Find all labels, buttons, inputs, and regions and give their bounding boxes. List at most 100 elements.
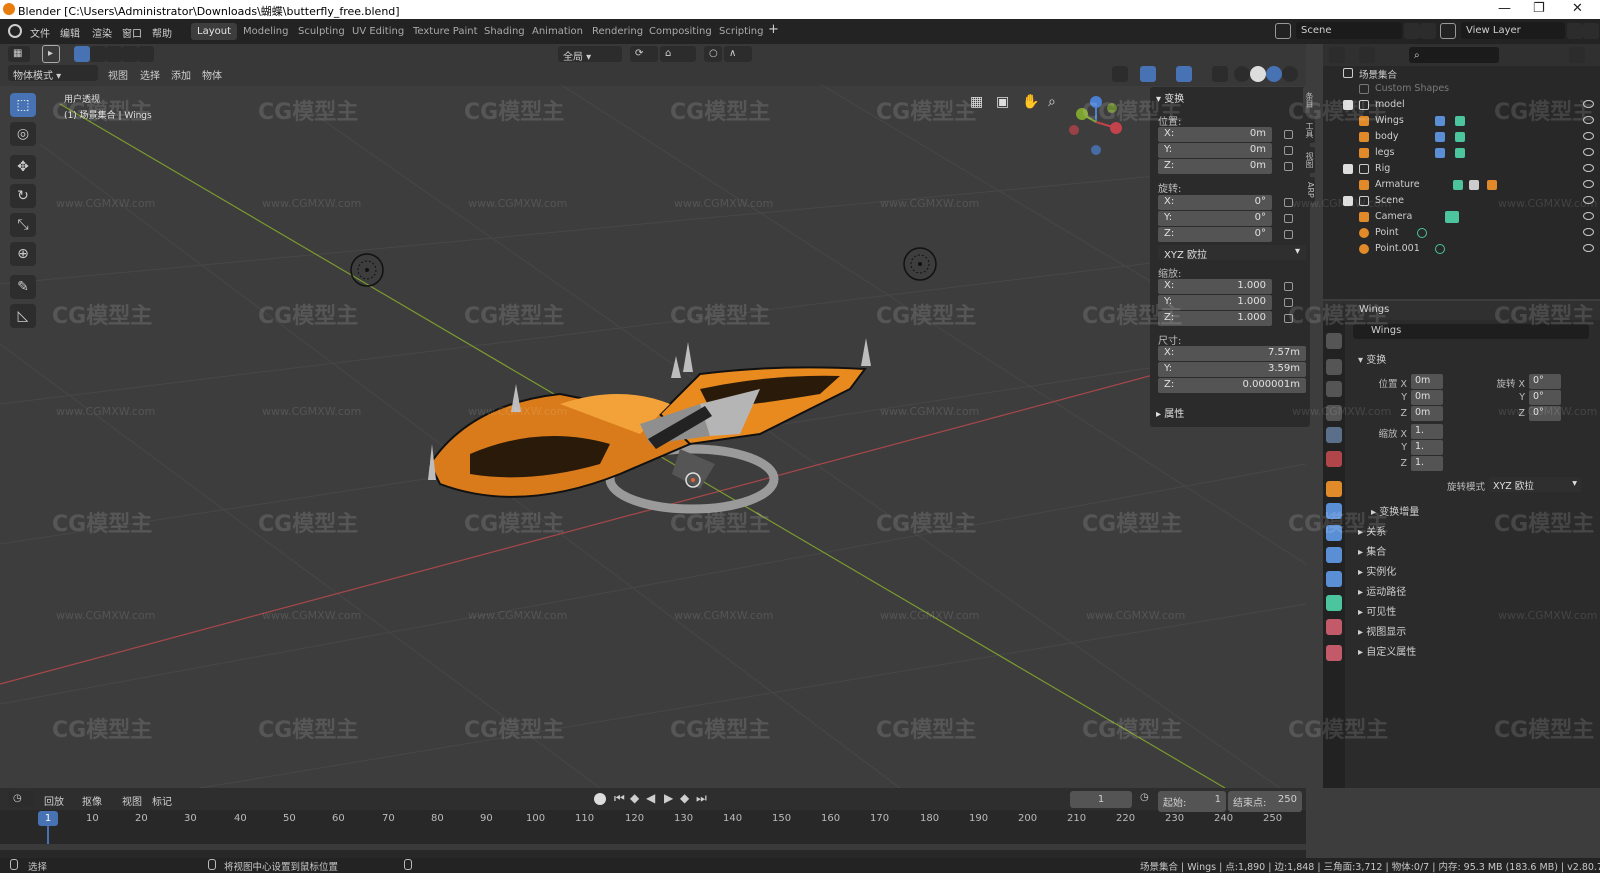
playhead-line[interactable]: [47, 826, 49, 846]
menu-file[interactable]: 文件: [30, 25, 50, 40]
location-z-input[interactable]: 0m: [1411, 406, 1443, 421]
jump-end-icon[interactable]: ⏭: [696, 791, 707, 806]
tab-texture-paint[interactable]: Texture Paint: [407, 23, 484, 40]
tab-shading[interactable]: Shading: [478, 23, 531, 40]
editor-type-icon[interactable]: ▦: [8, 46, 30, 62]
dimensions-y-field[interactable]: Y: 3.59m: [1158, 362, 1306, 377]
pivot-icon[interactable]: ⟳: [630, 46, 658, 62]
outliner-row-point-001[interactable]: Point.001: [1323, 241, 1600, 257]
light-left[interactable]: [350, 253, 384, 287]
delete-scene-icon[interactable]: [1420, 23, 1436, 39]
lock-icon[interactable]: [1284, 214, 1293, 223]
eye-icon[interactable]: [1583, 228, 1594, 236]
object-tab-icon[interactable]: [1326, 481, 1342, 497]
blender-menu-icon[interactable]: [8, 24, 22, 38]
play-reverse-icon[interactable]: ◀: [646, 791, 655, 805]
falloff-icon[interactable]: ∧: [724, 46, 752, 62]
lock-icon[interactable]: [1284, 130, 1293, 139]
rotation-y-field[interactable]: Y: 0°: [1158, 211, 1272, 226]
measure-tool-button[interactable]: ◺: [10, 304, 36, 328]
rotation-mode-dropdown[interactable]: XYZ 欧拉 ▾: [1489, 477, 1581, 492]
jump-keyframe-back-icon[interactable]: ◆: [630, 791, 639, 805]
tab-layout[interactable]: Layout: [191, 23, 237, 40]
tab-animation[interactable]: Animation: [526, 23, 589, 40]
new-view-layer-icon[interactable]: [1567, 23, 1583, 39]
location-y-input[interactable]: 0m: [1411, 390, 1443, 405]
xray-icon[interactable]: [1212, 66, 1228, 82]
outliner-editor-icon[interactable]: [1329, 47, 1345, 63]
checkbox-icon[interactable]: [1343, 164, 1353, 174]
viewport-menu-select[interactable]: 选择: [140, 67, 160, 82]
rotation-x-field[interactable]: X: 0°: [1158, 195, 1272, 210]
render-tab-icon[interactable]: [1326, 359, 1342, 375]
outliner-row-armature[interactable]: Armature: [1323, 177, 1600, 193]
pan-view-icon[interactable]: ✋: [1022, 94, 1039, 110]
move-tool-button[interactable]: ✥: [10, 155, 36, 179]
physics-tab-icon[interactable]: [1326, 547, 1342, 563]
view-layer-icon[interactable]: [1440, 23, 1456, 39]
motion-paths-header[interactable]: ▸ 运动路径: [1358, 583, 1406, 598]
tab-modeling[interactable]: Modeling: [237, 23, 295, 40]
view-layer-selector[interactable]: View Layer: [1461, 22, 1565, 39]
solid-shading-icon[interactable]: [1250, 66, 1266, 82]
annotate-tool-button[interactable]: ✎: [10, 275, 36, 299]
minimize-icon[interactable]: —: [1498, 1, 1511, 16]
outliner-search-input[interactable]: ⌕: [1409, 47, 1499, 63]
orientation-dropdown[interactable]: 全局 ▾: [558, 46, 622, 63]
collections-header[interactable]: ▸ 集合: [1358, 543, 1386, 558]
rotation-mode-dropdown[interactable]: XYZ 欧拉 ▾: [1158, 245, 1306, 261]
viewport-menu-add[interactable]: 添加: [171, 67, 191, 82]
display-mode-icon[interactable]: [1359, 47, 1375, 63]
texture-tab-icon[interactable]: [1326, 645, 1342, 661]
eye-icon[interactable]: [1583, 180, 1594, 188]
material-tab-icon[interactable]: [1326, 619, 1342, 635]
location-x-input[interactable]: 0m: [1411, 374, 1443, 389]
viewport-menu-view[interactable]: 视图: [108, 67, 128, 82]
stopwatch-icon[interactable]: ◷: [1140, 792, 1149, 803]
location-y-field[interactable]: Y: 0m: [1158, 143, 1272, 158]
rendered-shading-icon[interactable]: [1282, 66, 1298, 82]
visibility-header[interactable]: ▸ 可见性: [1358, 603, 1396, 618]
material-shading-icon[interactable]: [1266, 66, 1282, 82]
select-box-icon[interactable]: ▸: [42, 45, 60, 63]
constraints-tab-icon[interactable]: [1326, 571, 1342, 587]
viewport-menu-object[interactable]: 物体: [202, 67, 222, 82]
jump-start-icon[interactable]: ⏮: [614, 791, 625, 806]
jump-keyframe-forward-icon[interactable]: ◆: [680, 791, 689, 805]
scale-y-input[interactable]: 1.: [1411, 440, 1443, 455]
eye-icon[interactable]: [1583, 164, 1594, 172]
world-tab-icon[interactable]: [1326, 451, 1342, 467]
scene-selector[interactable]: Scene: [1296, 22, 1402, 39]
select-intersect-icon[interactable]: [138, 46, 154, 62]
close-icon[interactable]: ✕: [1572, 1, 1583, 16]
outliner-row-legs[interactable]: legs: [1323, 145, 1600, 161]
timeline-menu-view[interactable]: 视图: [122, 793, 142, 808]
filter-icon[interactable]: [1569, 47, 1585, 63]
tab-scripting[interactable]: Scripting: [713, 23, 769, 40]
select-new-icon[interactable]: [74, 46, 90, 62]
scale-x-input[interactable]: 1.: [1411, 424, 1443, 439]
outliner-row-body[interactable]: body: [1323, 129, 1600, 145]
maximize-icon[interactable]: ❐: [1533, 1, 1545, 16]
eye-icon[interactable]: [1583, 132, 1594, 140]
timeline-menu-keying[interactable]: 抠像: [82, 793, 102, 808]
transform-tool-button[interactable]: ⊕: [10, 242, 36, 266]
light-right[interactable]: [903, 247, 937, 281]
tab-compositing[interactable]: Compositing: [643, 23, 718, 40]
wireframe-shading-icon[interactable]: [1234, 66, 1250, 82]
dimensions-z-field[interactable]: Z: 0.000001m: [1158, 378, 1306, 393]
location-z-field[interactable]: Z: 0m: [1158, 159, 1272, 174]
end-frame-field[interactable]: 结束点: 250: [1228, 791, 1302, 812]
output-tab-icon[interactable]: [1326, 381, 1342, 397]
tab-uv-editing[interactable]: UV Editing: [346, 23, 410, 40]
lock-icon[interactable]: [1284, 162, 1293, 171]
lock-icon[interactable]: [1284, 230, 1293, 239]
npanel-properties-header[interactable]: ▸ 属性: [1156, 405, 1184, 420]
tab-sculpting[interactable]: Sculpting: [292, 23, 351, 40]
select-difference-icon[interactable]: [122, 46, 138, 62]
rotation-x-input[interactable]: 0°: [1529, 374, 1561, 389]
visibility-icon[interactable]: [1112, 66, 1128, 82]
add-workspace-icon[interactable]: +: [768, 22, 779, 37]
menu-render[interactable]: 渲染: [92, 25, 112, 40]
timeline-menu-playback[interactable]: 回放: [44, 793, 64, 808]
